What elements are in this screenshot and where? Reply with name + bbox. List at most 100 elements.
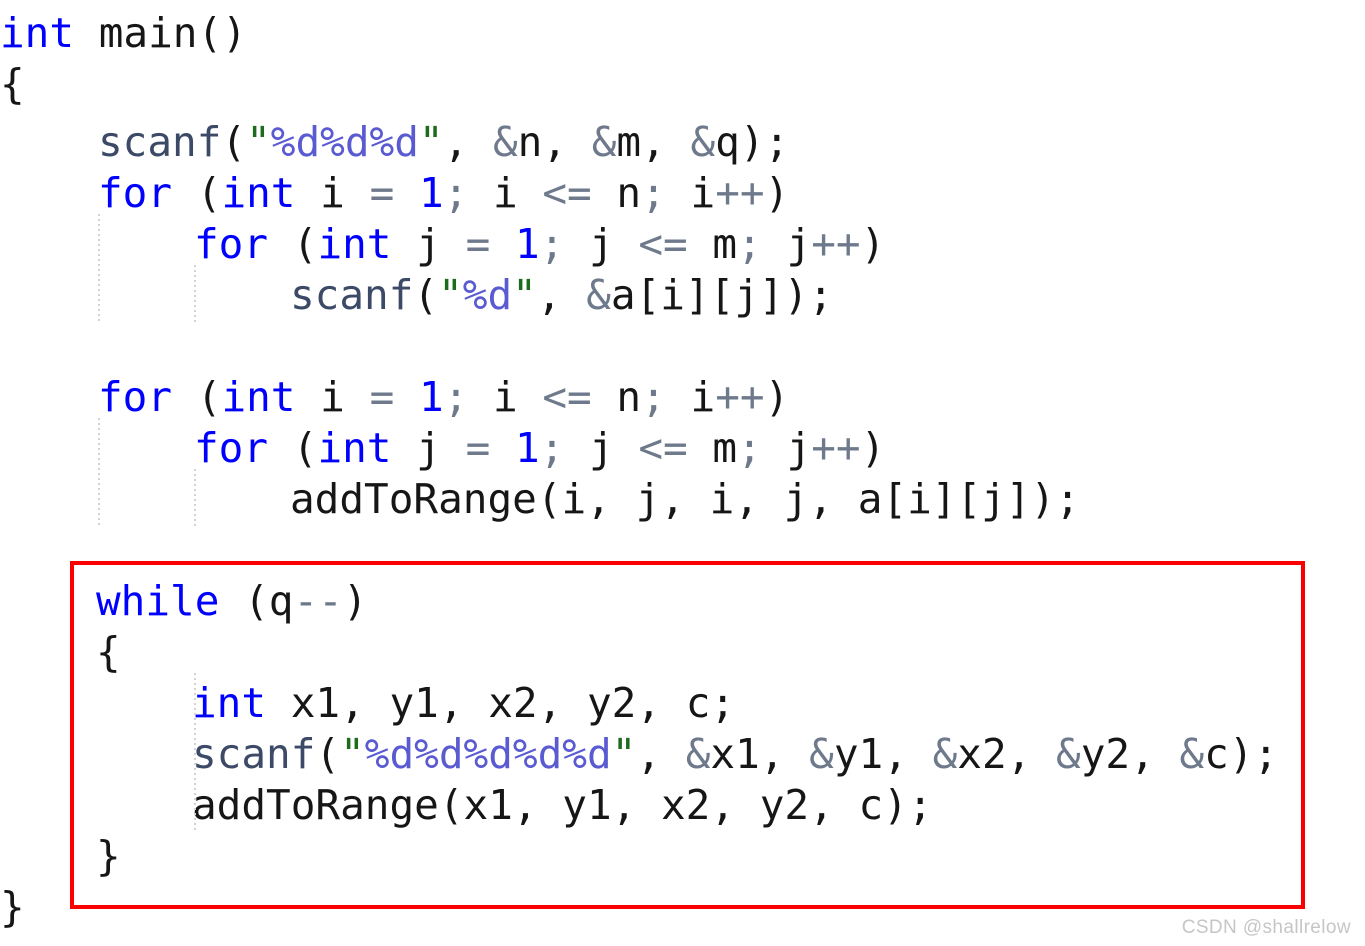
code-token: 1 — [514, 424, 540, 472]
code-token: = — [369, 373, 395, 421]
code-token: ( — [315, 730, 341, 778]
indent-guide-1 — [98, 214, 100, 324]
code-token: x2, — [957, 730, 1057, 778]
indent-guide-3 — [98, 418, 100, 528]
code-token: m — [687, 424, 738, 472]
code-token: j — [391, 220, 466, 268]
code-token: ) — [342, 577, 368, 625]
code-token: while — [96, 577, 220, 625]
code-token: <= — [638, 424, 688, 472]
code-token: scanf — [192, 730, 316, 778]
code-token: main() — [74, 9, 247, 57]
code-token: j — [564, 220, 639, 268]
code-token: y2, — [1080, 730, 1180, 778]
code-token: ; — [539, 424, 565, 472]
code-token: { — [0, 60, 25, 108]
code-token: (q — [219, 577, 294, 625]
code-token: int — [221, 169, 296, 217]
code-line-2: { — [0, 59, 25, 110]
code-token: for — [194, 424, 269, 472]
code-line-19: } — [0, 882, 25, 933]
code-token: , — [536, 271, 587, 319]
code-token: " — [611, 730, 637, 778]
code-editor-surface: int main(){scanf("%d%d%d", &n, &m, &q); f… — [0, 0, 1365, 946]
code-token: c); — [1204, 730, 1279, 778]
code-token: n, — [517, 118, 592, 166]
code-token: " — [340, 730, 365, 778]
code-token: 1 — [418, 169, 444, 217]
code-token: addToRange(i, j, i, j, a[i][j]); — [290, 475, 1080, 523]
code-token: j — [391, 424, 466, 472]
code-token: m — [687, 220, 738, 268]
code-token: ++ — [811, 424, 861, 472]
code-token: ++ — [715, 373, 765, 421]
code-token: x1, y1, x2, y2, c; — [266, 679, 736, 727]
indent-guide-4 — [194, 469, 196, 528]
code-token: , — [443, 118, 493, 166]
code-token: i — [295, 169, 370, 217]
code-line-7: scanf("%d", &a[i][j]); — [0, 270, 833, 321]
code-line-16: scanf("%d%d%d%d%d", &x1, &y1, &x2, &y2, … — [0, 729, 1278, 780]
code-token: ( — [413, 271, 439, 319]
code-token: = — [465, 220, 491, 268]
code-token: for — [98, 169, 173, 217]
code-token: ( — [268, 424, 318, 472]
code-token: i — [665, 373, 716, 421]
code-token: 1 — [418, 373, 444, 421]
code-token: & — [1179, 730, 1205, 778]
code-token: for — [98, 373, 173, 421]
code-token: & — [1056, 730, 1081, 778]
code-token: & — [685, 730, 711, 778]
code-line-17: addToRange(x1, y1, x2, y2, c); — [0, 780, 933, 831]
code-token: & — [932, 730, 958, 778]
code-token: ) — [764, 169, 790, 217]
code-token: %d — [462, 271, 513, 319]
code-line-1: int main() — [0, 8, 247, 59]
code-token: ; — [737, 220, 762, 268]
code-token: ( — [221, 118, 247, 166]
code-token: ) — [860, 220, 886, 268]
code-token: i — [468, 169, 543, 217]
code-line-4: scanf("%d%d%d", &n, &m, &q); — [0, 117, 789, 168]
code-token: ; — [641, 373, 666, 421]
code-token: ++ — [715, 169, 765, 217]
code-token: ; — [539, 220, 565, 268]
code-token: ; — [443, 373, 469, 421]
code-token: ( — [268, 220, 318, 268]
code-token: ( — [172, 169, 222, 217]
code-token: " — [246, 118, 271, 166]
code-token: } — [96, 832, 121, 880]
code-line-13: while (q--) — [0, 576, 368, 627]
code-token: = — [369, 169, 395, 217]
code-token: %d%d%d%d%d — [364, 730, 612, 778]
code-token: <= — [638, 220, 688, 268]
code-token: ; — [737, 424, 762, 472]
code-token: ( — [172, 373, 222, 421]
code-token: = — [465, 424, 491, 472]
code-token: { — [96, 628, 121, 676]
code-token: int — [317, 424, 392, 472]
code-token: <= — [542, 169, 592, 217]
code-token: " — [512, 271, 537, 319]
code-token: & — [586, 271, 611, 319]
code-token: ) — [860, 424, 886, 472]
code-token: <= — [542, 373, 592, 421]
code-line-9: for (int i = 1; i <= n; i++) — [0, 372, 789, 423]
code-token: -- — [293, 577, 343, 625]
code-token: j — [761, 220, 812, 268]
code-token: %d%d%d — [270, 118, 419, 166]
code-token: m, — [616, 118, 691, 166]
code-token: & — [492, 118, 518, 166]
code-token: i — [665, 169, 716, 217]
code-token: int — [317, 220, 392, 268]
code-token: int — [0, 9, 75, 57]
code-token: x1, — [710, 730, 810, 778]
code-token: & — [690, 118, 716, 166]
code-token: n — [591, 373, 642, 421]
code-line-14: { — [0, 627, 121, 678]
code-token: ) — [764, 373, 790, 421]
code-token: int — [192, 679, 267, 727]
